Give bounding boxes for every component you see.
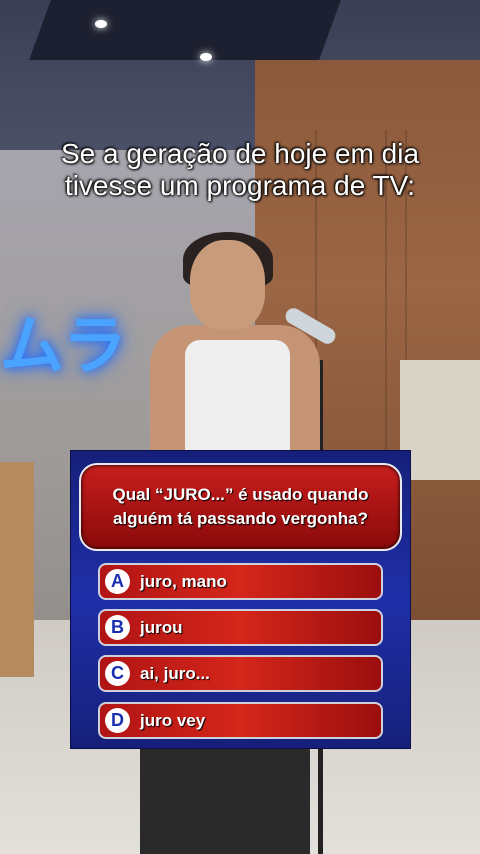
answer-text: ai, juro...	[140, 663, 210, 683]
answer-text: jurou	[140, 617, 183, 637]
caption-line: Se a geração de hoje em dia	[60, 138, 420, 169]
answer-letter: C	[105, 661, 130, 686]
answer-letter: D	[105, 708, 130, 733]
caption: Se a geração de hoje em dia tivesse um p…	[0, 138, 480, 202]
answer-text: juro, mano	[140, 571, 227, 591]
question-line: Qual “JURO...” é usado quando	[112, 485, 369, 504]
right-wall-panel	[400, 360, 480, 480]
ceiling-recess	[29, 0, 341, 60]
answer-option-a[interactable]: A juro, mano	[98, 563, 383, 600]
answer-option-c[interactable]: C ai, juro...	[98, 655, 383, 692]
person-legs	[140, 745, 310, 854]
ceiling-light	[200, 53, 212, 61]
question-line: alguém tá passando vergonha?	[112, 509, 369, 528]
quiz-panel: Qual “JURO...” é usado quando alguém tá …	[70, 450, 411, 749]
cardboard-box	[0, 462, 34, 677]
answer-option-b[interactable]: B jurou	[98, 609, 383, 646]
question-text: Qual “JURO...” é usado quando alguém tá …	[105, 483, 377, 531]
answer-text: juro vey	[140, 710, 206, 730]
neon-sign: ムラ	[0, 310, 129, 382]
answer-letter: A	[105, 569, 130, 594]
person-head	[190, 240, 265, 330]
answer-option-d[interactable]: D juro vey	[98, 702, 383, 739]
ceiling-light	[95, 20, 107, 28]
question-box: Qual “JURO...” é usado quando alguém tá …	[79, 463, 402, 551]
caption-line: tivesse um programa de TV:	[64, 170, 416, 201]
answer-letter: B	[105, 615, 130, 640]
person-tank-top	[185, 340, 290, 455]
